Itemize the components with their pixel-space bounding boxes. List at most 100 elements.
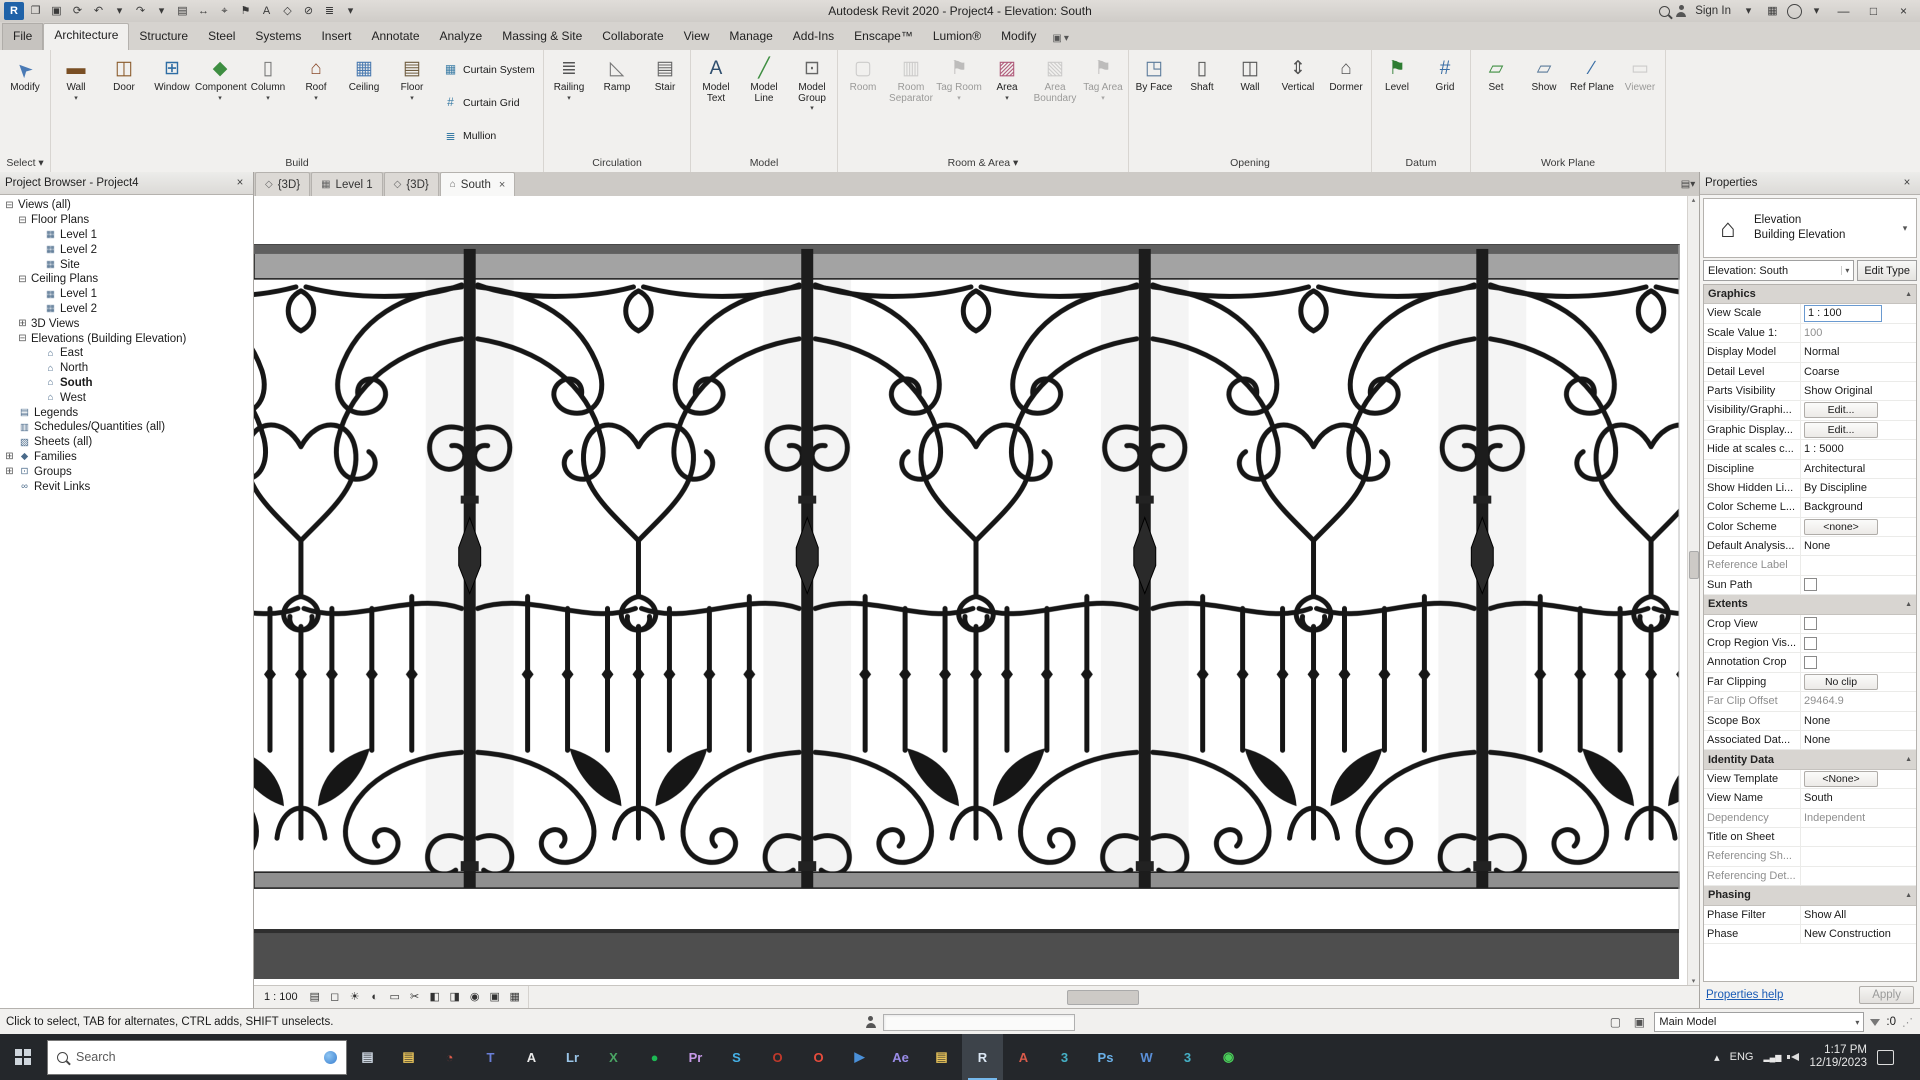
undo-dropdown[interactable]: ▾: [110, 2, 129, 20]
taskbar-app-this-pc[interactable]: ▤: [347, 1034, 388, 1080]
reveal-hidden-icon[interactable]: ◉: [466, 988, 484, 1006]
tool-tag-room[interactable]: ⚑ Tag Room ▾: [935, 51, 983, 155]
tool-ceiling[interactable]: ▦ Ceiling: [340, 51, 388, 155]
ribbon-display-toggle[interactable]: ▣ ▾: [1046, 33, 1074, 50]
horizontal-scrollbar[interactable]: [527, 986, 1699, 1008]
collapse-icon[interactable]: ⊟: [4, 200, 15, 211]
collapse-icon[interactable]: ⊟: [17, 333, 28, 344]
help-dropdown[interactable]: ▾: [1807, 2, 1826, 20]
property-value-far-clipping[interactable]: No clip: [1801, 673, 1916, 691]
browser-node-3d-views[interactable]: ⊞ 3D Views: [0, 316, 253, 331]
browser-node-elevations-building-elevation[interactable]: ⊟ Elevations (Building Elevation): [0, 331, 253, 346]
taskbar-app-media-player[interactable]: ▶: [839, 1034, 880, 1080]
browser-node-sheets-all[interactable]: ▧ Sheets (all): [0, 435, 253, 450]
drawing-canvas[interactable]: .k{stroke:#161616;stroke-width:5;fill:no…: [254, 196, 1699, 985]
taskbar-app-opera[interactable]: O: [798, 1034, 839, 1080]
property-value-scope-box[interactable]: None: [1801, 712, 1916, 730]
browser-node-site[interactable]: ▦ Site: [0, 257, 253, 272]
property-value-display-model[interactable]: Normal: [1801, 343, 1916, 361]
tool-viewer[interactable]: ▭ Viewer: [1616, 51, 1664, 155]
property-value-view-name[interactable]: South: [1801, 789, 1916, 807]
browser-node-south[interactable]: ⌂ South: [0, 376, 253, 391]
ribbon-tab-analyze[interactable]: Analyze: [430, 24, 493, 50]
tool-wall[interactable]: ◫ Wall: [1226, 51, 1274, 155]
collapse-group-icon[interactable]: ▲: [1905, 291, 1912, 298]
property-value-referencing-det[interactable]: [1801, 867, 1916, 885]
collapse-group-icon[interactable]: ▲: [1905, 756, 1912, 763]
browser-node-ceiling-plans[interactable]: ⊟ Ceiling Plans: [0, 272, 253, 287]
taskbar-app-photoshop[interactable]: Ps: [1085, 1034, 1126, 1080]
temporary-view-properties-icon[interactable]: ▣: [486, 988, 504, 1006]
ribbon-tab-manage[interactable]: Manage: [719, 24, 782, 50]
collapse-icon[interactable]: ⊟: [17, 274, 28, 285]
view-tab-south[interactable]: ⌂ South ×: [439, 172, 516, 196]
property-value-dependency[interactable]: Independent: [1801, 809, 1916, 827]
property-value-associated-dat[interactable]: None: [1801, 731, 1916, 749]
panel-label-select[interactable]: Select ▾: [1, 155, 49, 172]
view-tab-list-icon[interactable]: ▤▾: [1677, 179, 1699, 190]
worksharing-status-icon[interactable]: [865, 1016, 877, 1028]
taskbar-app-3ds-max-2[interactable]: 3: [1167, 1034, 1208, 1080]
taskbar-app-3ds-max[interactable]: 3: [1044, 1034, 1085, 1080]
ribbon-tab-lumion[interactable]: Lumion®: [923, 24, 991, 50]
view-tab-3d[interactable]: ◇ {3D}: [255, 172, 311, 196]
panel-label-work-plane[interactable]: Work Plane: [1472, 155, 1664, 172]
expand-icon[interactable]: ⊞: [4, 466, 15, 477]
close-icon[interactable]: ×: [499, 179, 505, 191]
property-value-view-scale[interactable]: 1 : 100: [1801, 304, 1916, 323]
apply-button[interactable]: Apply: [1859, 986, 1914, 1004]
property-value-referencing-sh[interactable]: [1801, 847, 1916, 865]
property-value-reference-label[interactable]: [1801, 556, 1916, 574]
redo-dropdown[interactable]: ▾: [152, 2, 171, 20]
analysis-icon[interactable]: ▦: [506, 988, 524, 1006]
panel-label-circulation[interactable]: Circulation: [545, 155, 689, 172]
tool-floor[interactable]: ▤ Floor ▾: [388, 51, 436, 155]
browser-node-level-2[interactable]: ▦ Level 2: [0, 302, 253, 317]
notification-center-icon[interactable]: [1877, 1049, 1894, 1065]
taskbar-app-spotify[interactable]: ●: [634, 1034, 675, 1080]
tool-area-boundary[interactable]: ▧ Area Boundary: [1031, 51, 1079, 155]
tool-ramp[interactable]: ◺ Ramp: [593, 51, 641, 155]
browser-node-schedules-quantities-all[interactable]: ▥ Schedules/Quantities (all): [0, 420, 253, 435]
taskbar-clock[interactable]: 1:17 PM 12/19/2023: [1809, 1044, 1867, 1070]
chevron-down-icon[interactable]: ▾: [1898, 201, 1912, 255]
visual-search-icon[interactable]: [324, 1050, 337, 1064]
start-button[interactable]: [0, 1034, 46, 1080]
tool-curtain-system[interactable]: ▦ Curtain System: [440, 61, 538, 78]
taskbar-app-autocad[interactable]: A: [1003, 1034, 1044, 1080]
browser-node-families[interactable]: ⊞ ◆ Families: [0, 450, 253, 465]
resize-grip-icon[interactable]: ⋰: [1902, 1016, 1914, 1029]
collapse-icon[interactable]: ⊟: [17, 215, 28, 226]
exclude-options-icon[interactable]: ▢: [1606, 1015, 1624, 1029]
rendering-dialog-icon[interactable]: ▭: [386, 988, 404, 1006]
property-value-crop-view[interactable]: [1801, 615, 1916, 633]
customize-quick-access-dropdown[interactable]: ▾: [341, 2, 360, 20]
property-value-annotation-crop[interactable]: [1801, 653, 1916, 671]
tool-component[interactable]: ◆ Component ▾: [195, 51, 247, 155]
tag-by-category-button[interactable]: ⚑: [236, 2, 255, 20]
property-value-hide-at-scales-c[interactable]: 1 : 5000: [1801, 440, 1916, 458]
property-value-color-scheme-l[interactable]: Background: [1801, 498, 1916, 516]
crop-region-icon[interactable]: ◧: [426, 988, 444, 1006]
tool-wall[interactable]: ▬ Wall ▾: [52, 51, 100, 155]
taskbar-app-teams[interactable]: T: [470, 1034, 511, 1080]
sun-path-icon[interactable]: ☀: [346, 988, 364, 1006]
tool-modify[interactable]: ➤ Modify: [1, 51, 49, 155]
tool-column[interactable]: ▯ Column ▾: [244, 51, 292, 155]
shadows-icon[interactable]: ◐: [366, 988, 384, 1006]
expand-icon[interactable]: ⊞: [4, 451, 15, 462]
volume-icon[interactable]: [1787, 1053, 1800, 1061]
user-icon[interactable]: [1675, 5, 1687, 17]
scroll-up-icon[interactable]: ▴: [1692, 196, 1696, 204]
properties-help-link[interactable]: Properties help: [1706, 989, 1783, 1001]
property-value-phase[interactable]: New Construction: [1801, 925, 1916, 943]
checkbox[interactable]: [1804, 578, 1817, 592]
browser-node-level-1[interactable]: ▦ Level 1: [0, 287, 253, 302]
measure-button[interactable]: ↔: [194, 2, 213, 20]
panel-label-datum[interactable]: Datum: [1373, 155, 1469, 172]
checkbox[interactable]: [1804, 656, 1817, 670]
property-value-view-template[interactable]: <None>: [1801, 770, 1916, 788]
property-value-phase-filter[interactable]: Show All: [1801, 906, 1916, 924]
default-3d-view-button[interactable]: ◇: [278, 2, 297, 20]
tool-mullion[interactable]: ≣ Mullion: [440, 128, 538, 145]
